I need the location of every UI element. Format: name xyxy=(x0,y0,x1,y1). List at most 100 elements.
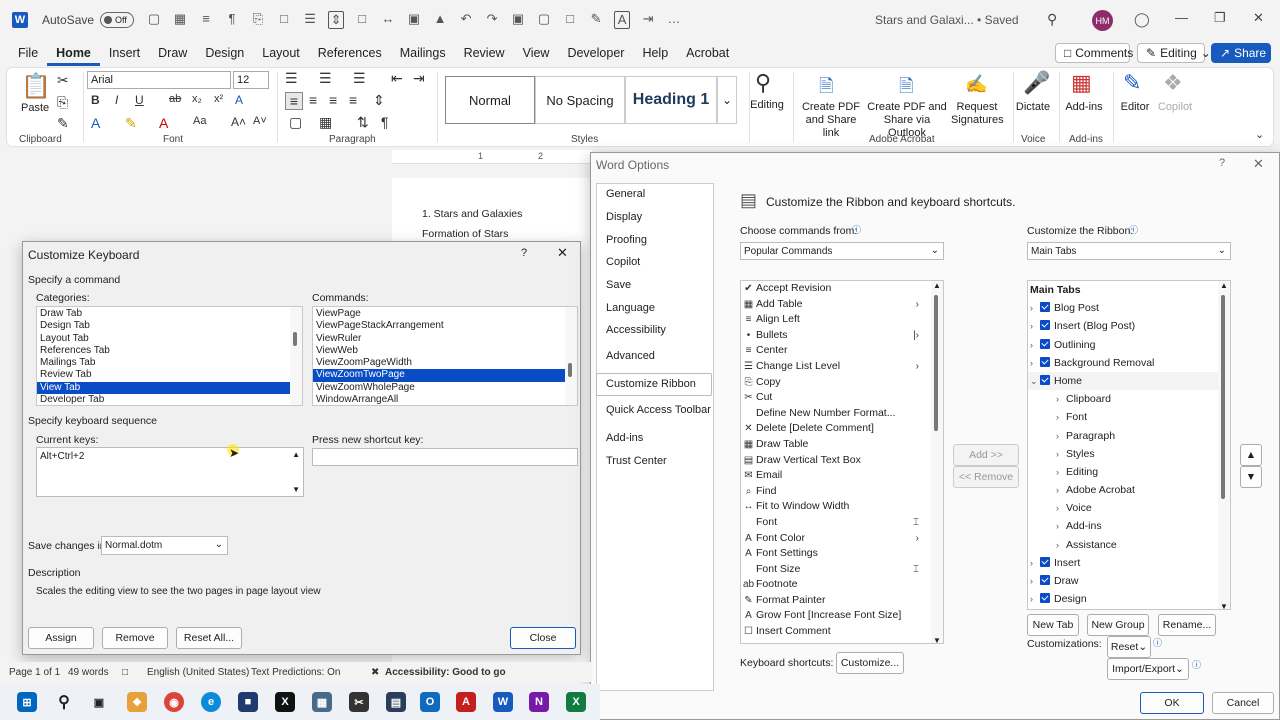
categories-list[interactable]: Draw Tab Design Tab Layout Tab References T… xyxy=(36,306,303,406)
onenote-icon[interactable]: N xyxy=(529,692,549,712)
nav-item-general[interactable]: General xyxy=(606,188,645,200)
ribbon-tree-item[interactable]: › Adobe Acrobat xyxy=(1028,481,1218,499)
command-item[interactable]: ViewPage xyxy=(313,308,565,320)
scroll-down-icon[interactable]: ▼ xyxy=(292,485,300,494)
move-down-button[interactable]: ▼ xyxy=(1240,466,1262,488)
ribbon-tree-item[interactable]: › Editing xyxy=(1028,463,1218,481)
proofing-icon[interactable]: □ xyxy=(122,667,128,678)
expand-chevron-icon[interactable]: › xyxy=(1056,445,1066,463)
ribbon-tree-item[interactable]: › Outlining xyxy=(1028,336,1218,354)
menu-tab-draw[interactable]: Draw xyxy=(149,42,196,66)
nav-item-trust-center[interactable]: Trust Center xyxy=(606,455,667,467)
menu-tab-acrobat[interactable]: Acrobat xyxy=(677,42,738,66)
format-painter-icon[interactable]: ✎ xyxy=(57,115,69,132)
autosave-toggle[interactable]: Off xyxy=(100,12,135,28)
move-up-button[interactable]: ▲ xyxy=(1240,444,1262,466)
menu-tab-design[interactable]: Design xyxy=(196,42,253,66)
menu-tab-file[interactable]: File xyxy=(9,42,47,66)
shading-icon[interactable]: ▢ xyxy=(289,114,302,131)
checkbox[interactable] xyxy=(1040,593,1050,604)
checkbox[interactable] xyxy=(1040,556,1050,567)
text-predictions[interactable]: Text Predictions: On xyxy=(251,667,340,678)
menu-tab-developer[interactable]: Developer xyxy=(558,42,633,66)
list-icon[interactable]: ☰ xyxy=(302,11,318,29)
outlook-icon[interactable]: O xyxy=(420,692,440,712)
command-item[interactable]: A Grow Font [Increase Font Size] xyxy=(741,608,933,624)
nav-item-save[interactable]: Save xyxy=(606,279,631,291)
assign-button[interactable]: Assign xyxy=(28,627,94,649)
close-icon[interactable]: ✕ xyxy=(1253,156,1264,172)
expand-chevron-icon[interactable]: ⌄ xyxy=(1030,372,1040,390)
increase-indent-icon[interactable]: ⇥ xyxy=(413,70,425,87)
save-icon[interactable]: ▢ xyxy=(146,11,162,29)
save-changes-select[interactable]: Normal.dotm ⌄ xyxy=(101,536,228,555)
command-item[interactable]: ViewZoomTwoPage xyxy=(313,369,565,382)
reset-button[interactable]: Reset ⌄ xyxy=(1107,636,1151,658)
nav-item-copilot[interactable]: Copilot xyxy=(606,256,640,268)
dictate-button[interactable]: Dictate xyxy=(1015,101,1051,114)
italic-icon[interactable]: I xyxy=(115,93,118,107)
sort-icon[interactable]: ⇅ xyxy=(357,114,369,131)
expand-chevron-icon[interactable]: › xyxy=(1056,463,1066,481)
page-icon[interactable]: □ xyxy=(354,11,370,29)
menu-tab-mailings[interactable]: Mailings xyxy=(391,42,455,66)
styles-more-button[interactable]: ⌄ xyxy=(717,76,737,124)
expand-chevron-icon[interactable]: › xyxy=(1056,481,1066,499)
show-marks-icon[interactable]: ¶ xyxy=(381,114,389,130)
grow-font-icon[interactable]: A˄ xyxy=(231,115,246,129)
commands-list[interactable]: ViewPage ViewPageStackArrangement ViewRule… xyxy=(312,306,578,406)
borders-icon[interactable]: ▦ xyxy=(319,114,332,131)
checkbox[interactable] xyxy=(1040,575,1050,585)
category-item[interactable]: Layout Tab xyxy=(37,333,290,345)
start-icon[interactable]: ⊞ xyxy=(17,692,37,712)
create-pdf-share-button[interactable]: Create PDF and Share link xyxy=(799,101,863,140)
expand-chevron-icon[interactable]: › xyxy=(1056,499,1066,517)
ribbon-tree[interactable]: Main Tabs › Blog Post › Insert (Blog Post) › O… xyxy=(1027,280,1231,610)
category-item[interactable]: Draw Tab xyxy=(37,308,290,320)
scroll-up-icon[interactable]: ▲ xyxy=(292,450,300,459)
help-icon[interactable]: ? xyxy=(521,247,527,259)
app-icon[interactable]: ■ xyxy=(238,692,258,712)
remove-button[interactable]: Remove xyxy=(102,627,168,649)
ribbon-tree-item[interactable]: › Draw xyxy=(1028,572,1218,590)
command-item[interactable]: ☐ Insert Comment xyxy=(741,624,933,640)
command-item[interactable]: ViewWeb xyxy=(313,345,565,357)
expand-chevron-icon[interactable]: › xyxy=(1056,517,1066,535)
nav-item-language[interactable]: Language xyxy=(606,302,655,314)
help-icon[interactable]: ? xyxy=(1219,157,1225,169)
command-item[interactable]: ViewRuler xyxy=(313,333,565,345)
share-button[interactable]: ↗ Share xyxy=(1211,43,1271,63)
highlight-icon[interactable]: ✎ xyxy=(125,115,137,132)
indent-icon[interactable]: ⇥ xyxy=(640,11,656,29)
close-icon[interactable]: ✕ xyxy=(557,245,568,261)
pdf-share-icon[interactable]: 🗎 xyxy=(819,74,833,104)
accessibility-status[interactable]: Accessibility: Good to go xyxy=(385,667,506,678)
new-group-button[interactable]: New Group xyxy=(1087,614,1149,636)
language[interactable]: English (United States) xyxy=(147,667,249,678)
rename-button[interactable]: Rename... xyxy=(1158,614,1216,636)
ribbon-tree-item[interactable]: › Voice xyxy=(1028,499,1218,517)
x-icon[interactable]: X xyxy=(275,692,295,712)
subscript-icon[interactable]: x₂ xyxy=(192,93,202,105)
copilot-icon[interactable]: ❖ xyxy=(127,692,147,712)
command-item[interactable]: ✂ Cut xyxy=(741,390,933,406)
choose-commands-select[interactable]: Popular Commands ⌄ xyxy=(740,242,944,260)
customize-ribbon-select[interactable]: Main Tabs ⌄ xyxy=(1027,242,1231,260)
editor-button[interactable]: Editor xyxy=(1117,101,1153,114)
table-icon[interactable]: ▦ xyxy=(172,11,188,29)
restore-icon[interactable]: ❐ xyxy=(1214,10,1226,26)
expand-chevron-icon[interactable]: › xyxy=(1056,390,1066,408)
ribbon-tree-item[interactable]: › Styles xyxy=(1028,445,1218,463)
command-item[interactable]: ViewZoomWholePage xyxy=(313,382,565,394)
edge-icon[interactable]: e xyxy=(201,692,221,712)
ribbon-tree-item[interactable]: ›Layout xyxy=(1028,608,1218,609)
ribbon-tree-item[interactable]: › Design xyxy=(1028,590,1218,608)
command-item[interactable]: ☰ Change List Level › xyxy=(741,359,933,375)
category-item[interactable]: Developer Tab xyxy=(37,394,290,405)
current-keys-list[interactable]: Alt+Ctrl+2 ▲ ▼ xyxy=(36,447,304,497)
command-item[interactable]: ViewZoomPageWidth xyxy=(313,357,565,369)
ribbon-tree-item[interactable]: ⌄ Home xyxy=(1028,371,1218,391)
comments-button[interactable]: □ Comments xyxy=(1055,43,1133,63)
checkbox[interactable] xyxy=(1040,320,1050,331)
ribbon-tree-item[interactable]: › Insert (Blog Post) xyxy=(1028,317,1218,335)
